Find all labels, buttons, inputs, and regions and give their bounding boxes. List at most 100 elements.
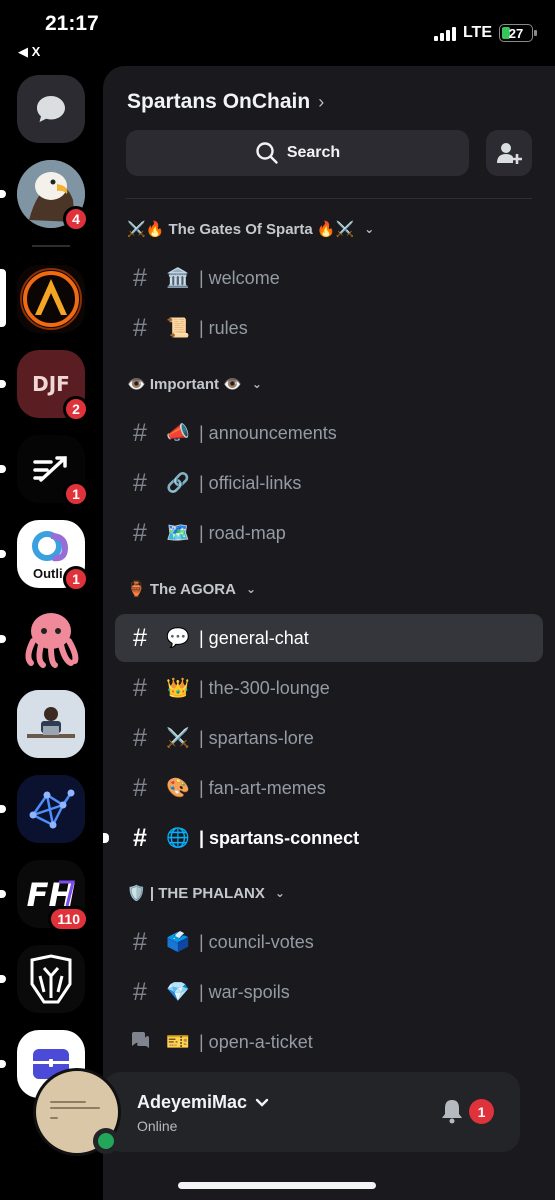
add-user-icon bbox=[497, 143, 522, 164]
server-header[interactable]: Spartans OnChain › bbox=[127, 90, 324, 114]
channel-name: | war-spoils bbox=[199, 981, 290, 1002]
channel-name: | official-links bbox=[199, 472, 302, 493]
status-time: 21:17 bbox=[45, 12, 99, 35]
channel-name: | open-a-ticket bbox=[199, 1031, 313, 1052]
channel-council-votes[interactable]: # 🗳️ | council-votes bbox=[115, 918, 543, 966]
channel-emoji: 🌐 bbox=[166, 828, 190, 849]
channel-welcome[interactable]: # 🏛️ | welcome bbox=[115, 254, 543, 302]
direct-messages-button[interactable] bbox=[17, 75, 85, 143]
hash-icon: # bbox=[133, 263, 147, 292]
hash-icon: # bbox=[133, 773, 147, 802]
desk-person-avatar bbox=[17, 690, 85, 758]
channel-emoji: 🔗 bbox=[166, 473, 190, 494]
server-desk-avatar[interactable] bbox=[17, 690, 85, 758]
channel-emoji: 🗺️ bbox=[166, 523, 190, 544]
server-arrow-logo[interactable]: 1 bbox=[17, 435, 89, 507]
chevron-down-icon bbox=[255, 1098, 269, 1107]
hash-icon: # bbox=[133, 468, 147, 497]
djf-logo: DJF bbox=[32, 372, 70, 396]
channel-name: | fan-art-memes bbox=[199, 777, 326, 798]
server-rail: 4 DJF 2 1 Outli 1 FH 110 bbox=[0, 62, 102, 1122]
channel-emoji: 💬 bbox=[166, 628, 190, 649]
outlier-label: Outli bbox=[33, 566, 63, 581]
channel-general-chat[interactable]: # 💬 | general-chat bbox=[115, 614, 543, 662]
server-fire-logo[interactable] bbox=[17, 265, 85, 333]
chevron-down-icon: ⌄ bbox=[245, 582, 257, 596]
server-djf[interactable]: DJF 2 bbox=[17, 350, 89, 422]
server-eagle[interactable]: 4 bbox=[17, 160, 89, 232]
search-button[interactable]: Search bbox=[126, 130, 469, 176]
unread-indicator bbox=[0, 975, 6, 983]
channel-emoji: 🏛️ bbox=[166, 268, 190, 289]
category-agora[interactable]: 🏺 The AGORA ⌄ bbox=[127, 580, 256, 598]
channel-emoji: 🎫 bbox=[166, 1032, 190, 1053]
hash-icon: # bbox=[133, 623, 147, 652]
server-network-logo[interactable] bbox=[17, 775, 85, 843]
username[interactable]: AdeyemiMac bbox=[137, 1092, 269, 1113]
channel-name: | spartans-lore bbox=[199, 727, 314, 748]
category-label: 🛡️ | THE PHALANX bbox=[127, 885, 265, 902]
server-helmet[interactable] bbox=[17, 945, 85, 1013]
search-icon bbox=[256, 142, 278, 164]
category-phalanx[interactable]: 🛡️ | THE PHALANX ⌄ bbox=[127, 884, 285, 902]
search-label: Search bbox=[286, 144, 341, 161]
server-name: Spartans OnChain bbox=[127, 90, 311, 113]
unread-badge: 2 bbox=[63, 396, 89, 422]
unread-indicator bbox=[0, 805, 6, 813]
hash-icon: # bbox=[133, 313, 147, 342]
channel-rules[interactable]: # 📜 | rules bbox=[115, 304, 543, 352]
invite-members-button[interactable] bbox=[486, 130, 532, 176]
unread-badge: 4 bbox=[63, 206, 89, 232]
channel-spartans-connect[interactable]: # 🌐 | spartans-connect bbox=[103, 814, 543, 862]
category-label: 👁️ Important 👁️ bbox=[127, 376, 242, 393]
chevron-down-icon: ⌄ bbox=[274, 886, 285, 900]
unread-indicator bbox=[0, 465, 6, 473]
server-fh[interactable]: FH 110 bbox=[17, 860, 89, 932]
bell-icon[interactable] bbox=[440, 1098, 464, 1124]
chevron-down-icon: ⌄ bbox=[364, 222, 375, 236]
fire-ring-logo bbox=[20, 268, 82, 330]
category-important[interactable]: 👁️ Important 👁️ ⌄ bbox=[127, 375, 262, 393]
back-to-app-button[interactable]: ◀ X bbox=[18, 44, 40, 60]
category-label: ⚔️🔥 The Gates Of Sparta 🔥⚔️ bbox=[127, 221, 355, 238]
channel-road-map[interactable]: # 🗺️ | road-map bbox=[115, 509, 543, 557]
divider bbox=[126, 198, 532, 199]
forum-icon bbox=[129, 1028, 151, 1057]
hash-icon: # bbox=[133, 673, 147, 702]
unread-indicator bbox=[0, 1060, 6, 1068]
helmet-logo bbox=[30, 954, 72, 1004]
channel-emoji: 💎 bbox=[166, 982, 190, 1003]
battery-percent: 27 bbox=[508, 25, 524, 41]
category-label: 🏺 The AGORA bbox=[127, 581, 236, 598]
hash-icon: # bbox=[133, 823, 147, 852]
notification-badge: 1 bbox=[469, 1099, 494, 1124]
online-status-dot bbox=[93, 1128, 119, 1154]
hash-icon: # bbox=[133, 977, 147, 1006]
battery-icon: 27 bbox=[499, 24, 537, 42]
channel-spartans-lore[interactable]: # ⚔️ | spartans-lore bbox=[115, 714, 543, 762]
server-octopus[interactable] bbox=[17, 605, 85, 673]
server-outlier[interactable]: Outli 1 bbox=[17, 520, 89, 592]
hash-icon: # bbox=[133, 927, 147, 956]
username-label: AdeyemiMac bbox=[137, 1092, 248, 1112]
octopus-avatar bbox=[25, 613, 79, 668]
channel-fan-art-memes[interactable]: # 🎨 | fan-art-memes bbox=[115, 764, 543, 812]
channel-official-links[interactable]: # 🔗 | official-links bbox=[115, 459, 543, 507]
channel-the-300-lounge[interactable]: # 👑 | the-300-lounge bbox=[115, 664, 543, 712]
unread-indicator bbox=[0, 635, 6, 643]
channel-war-spoils[interactable]: # 💎 | war-spoils bbox=[115, 968, 543, 1016]
channel-open-a-ticket[interactable]: 🎫 | open-a-ticket bbox=[115, 1018, 543, 1066]
svg-text:DJF: DJF bbox=[32, 372, 70, 396]
unread-indicator bbox=[0, 190, 6, 198]
channel-announcements[interactable]: # 📣 | announcements bbox=[115, 409, 543, 457]
home-indicator[interactable] bbox=[178, 1182, 376, 1189]
status-indicators: LTE 27 bbox=[433, 24, 537, 42]
user-status: Online bbox=[137, 1118, 178, 1134]
channel-emoji: 🎨 bbox=[166, 778, 190, 799]
channel-panel: Spartans OnChain › Search ⚔️🔥 The Gates … bbox=[103, 66, 555, 1200]
channel-name: | spartans-connect bbox=[199, 827, 360, 848]
hash-icon: # bbox=[133, 418, 147, 447]
unread-indicator bbox=[0, 380, 6, 388]
category-gates-of-sparta[interactable]: ⚔️🔥 The Gates Of Sparta 🔥⚔️ ⌄ bbox=[127, 220, 374, 238]
unread-indicator bbox=[0, 890, 6, 898]
